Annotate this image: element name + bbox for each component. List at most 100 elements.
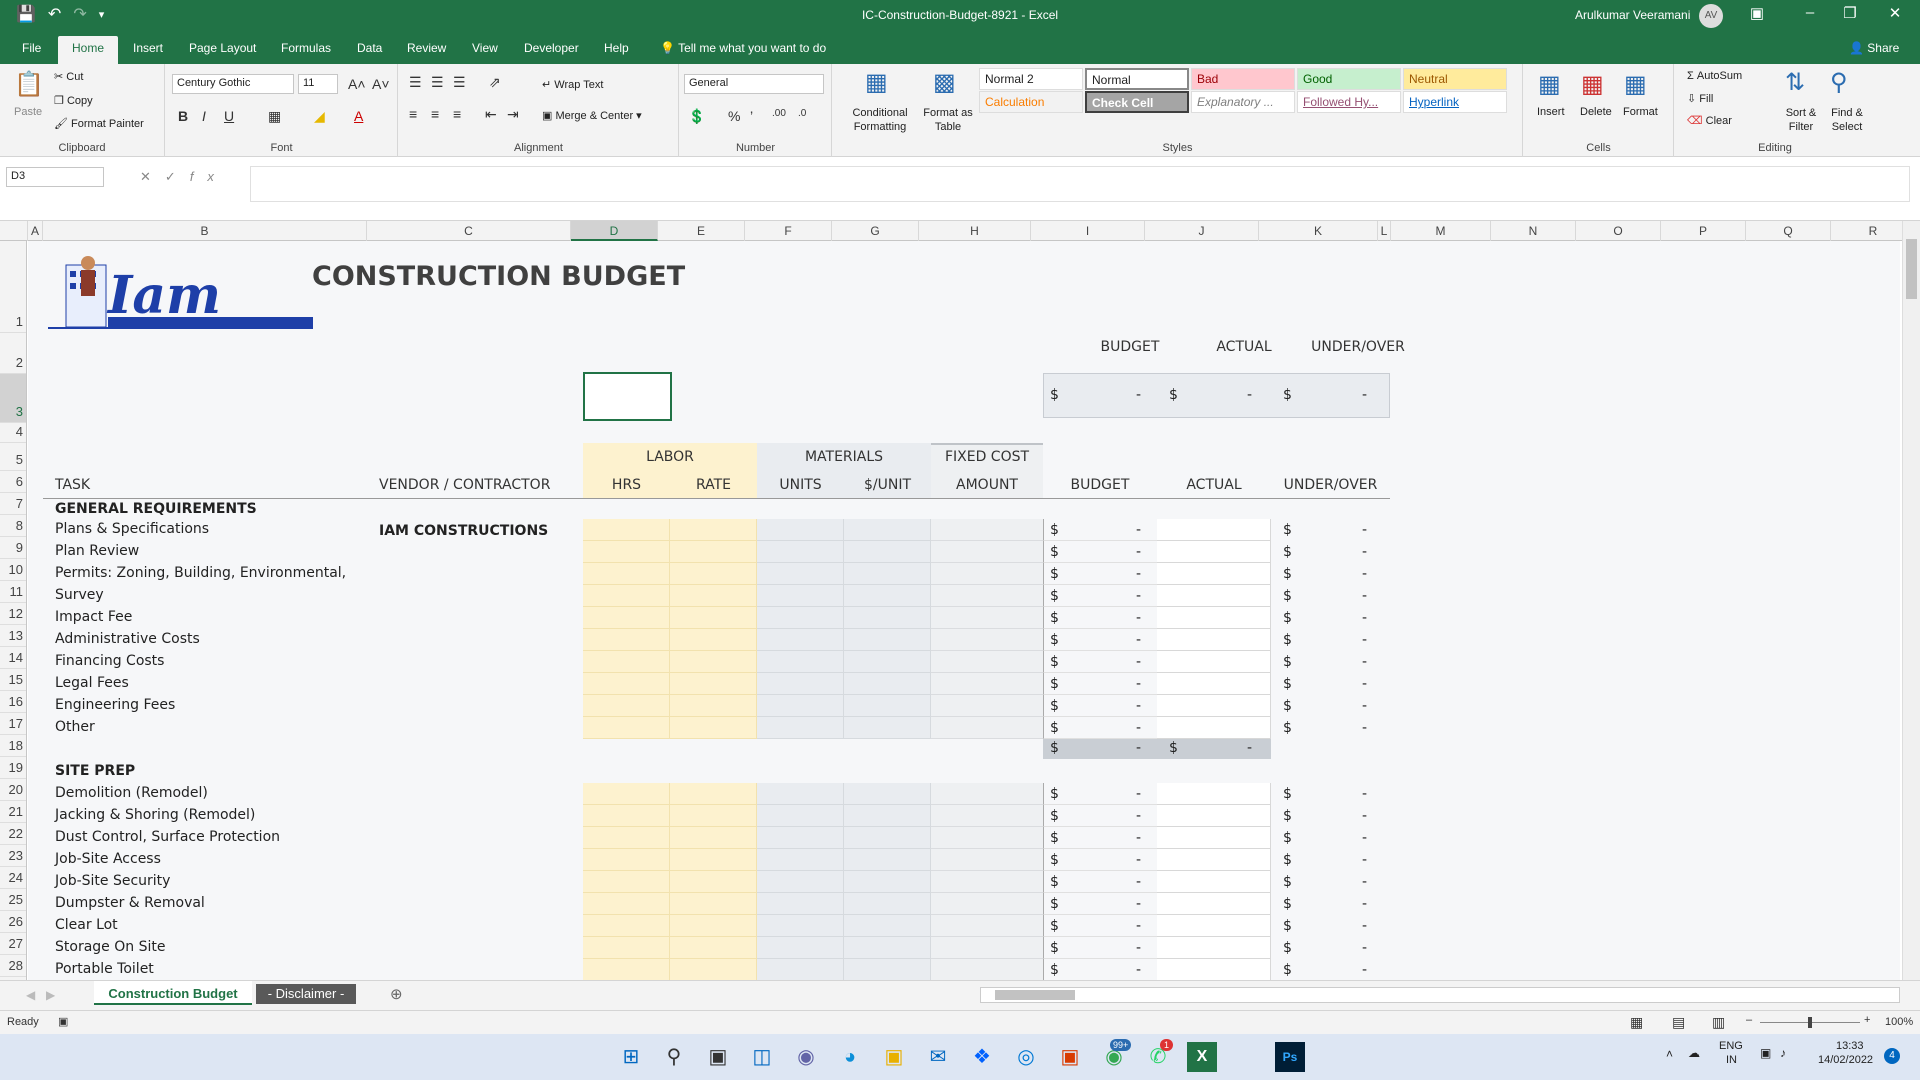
fixed-amount-cell[interactable] xyxy=(931,541,1043,563)
column-header-l[interactable]: L xyxy=(1378,221,1391,241)
row-header-14[interactable]: 14 xyxy=(0,647,26,669)
column-header-m[interactable]: M xyxy=(1391,221,1491,241)
materials-units-cell[interactable] xyxy=(757,519,844,541)
actual-cell[interactable] xyxy=(1157,695,1271,717)
row-header-20[interactable]: 20 xyxy=(0,779,26,801)
notification-badge[interactable]: 4 xyxy=(1884,1048,1900,1064)
fixed-amount-cell[interactable] xyxy=(931,651,1043,673)
italic-icon[interactable]: I xyxy=(202,108,206,124)
outlook-icon[interactable]: ◎ xyxy=(1011,1042,1041,1072)
row-header-19[interactable]: 19 xyxy=(0,757,26,779)
chat-icon[interactable]: ◉ xyxy=(791,1042,821,1072)
actual-cell[interactable] xyxy=(1157,673,1271,695)
number-format-select[interactable]: General xyxy=(684,74,824,94)
labor-hrs-cell[interactable] xyxy=(583,849,670,871)
materials-per-unit-cell[interactable] xyxy=(844,871,931,893)
column-header-q[interactable]: Q xyxy=(1746,221,1831,241)
fixed-amount-cell[interactable] xyxy=(931,805,1043,827)
materials-units-cell[interactable] xyxy=(757,915,844,937)
cut-button[interactable]: ✂ Cut xyxy=(54,70,83,83)
language-indicator[interactable]: ENG xyxy=(1719,1040,1743,1052)
search-icon[interactable]: ⚲ xyxy=(659,1042,689,1072)
labor-rate-cell[interactable] xyxy=(670,849,757,871)
format-cells-icon[interactable]: ▦ xyxy=(1624,70,1647,99)
add-sheet-icon[interactable]: ⊕ xyxy=(390,985,403,1003)
materials-per-unit-cell[interactable] xyxy=(844,717,931,739)
vertical-scroll-thumb[interactable] xyxy=(1906,239,1917,299)
style-explanatory[interactable]: Explanatory ... xyxy=(1191,91,1295,113)
column-header-j[interactable]: J xyxy=(1145,221,1259,241)
fixed-amount-cell[interactable] xyxy=(931,959,1043,980)
sheet-tab-disclaimer[interactable]: - Disclaimer - xyxy=(256,984,356,1004)
horizontal-scrollbar[interactable] xyxy=(980,987,1900,1003)
cancel-icon[interactable]: ✕ xyxy=(140,169,165,184)
column-header-p[interactable]: P xyxy=(1661,221,1746,241)
style-check-cell[interactable]: Check Cell xyxy=(1085,91,1189,113)
materials-per-unit-cell[interactable] xyxy=(844,607,931,629)
sort-filter-icon[interactable]: ⇅ xyxy=(1785,68,1805,97)
fixed-amount-cell[interactable] xyxy=(931,783,1043,805)
materials-per-unit-cell[interactable] xyxy=(844,673,931,695)
tab-page-layout[interactable]: Page Layout xyxy=(189,41,256,55)
conditional-formatting-button[interactable]: Conditional Formatting xyxy=(845,106,915,134)
tab-home[interactable]: Home xyxy=(58,36,119,64)
worksheet-grid[interactable]: Iam CONSTRUCTION BUDGET BUDGET ACTUAL UN… xyxy=(28,241,1900,980)
selected-cell-d3[interactable] xyxy=(583,372,672,421)
region-indicator[interactable]: IN xyxy=(1726,1054,1737,1066)
sort-filter-button[interactable]: Sort & Filter xyxy=(1781,106,1821,134)
delete-cells-button[interactable]: Delete xyxy=(1580,106,1612,118)
tab-review[interactable]: Review xyxy=(407,41,446,55)
materials-units-cell[interactable] xyxy=(757,695,844,717)
fill-color-icon[interactable]: ◢ xyxy=(314,108,325,125)
underline-icon[interactable]: U xyxy=(224,108,234,124)
materials-per-unit-cell[interactable] xyxy=(844,937,931,959)
actual-cell[interactable] xyxy=(1157,915,1271,937)
fixed-amount-cell[interactable] xyxy=(931,937,1043,959)
avatar[interactable]: AV xyxy=(1699,4,1723,28)
merge-center-button[interactable]: ▣ Merge & Center ▾ xyxy=(542,109,642,122)
row-header-27[interactable]: 27 xyxy=(0,933,26,955)
labor-hrs-cell[interactable] xyxy=(583,651,670,673)
materials-units-cell[interactable] xyxy=(757,541,844,563)
fixed-amount-cell[interactable] xyxy=(931,871,1043,893)
file-explorer-icon[interactable]: ▣ xyxy=(879,1042,909,1072)
normal-view-icon[interactable]: ▦ xyxy=(1630,1014,1643,1031)
actual-cell[interactable] xyxy=(1157,717,1271,739)
widgets-icon[interactable]: ◫ xyxy=(747,1042,777,1072)
column-header-d[interactable]: D xyxy=(571,221,658,241)
insert-cells-icon[interactable]: ▦ xyxy=(1538,70,1561,99)
materials-per-unit-cell[interactable] xyxy=(844,585,931,607)
labor-rate-cell[interactable] xyxy=(670,827,757,849)
paste-button[interactable]: Paste xyxy=(14,106,42,118)
row-header-22[interactable]: 22 xyxy=(0,823,26,845)
materials-per-unit-cell[interactable] xyxy=(844,563,931,585)
actual-cell[interactable] xyxy=(1157,827,1271,849)
next-sheet-icon[interactable]: ▶ xyxy=(46,988,55,1002)
page-break-view-icon[interactable]: ▥ xyxy=(1712,1014,1725,1031)
minimize-icon[interactable]: – xyxy=(1795,4,1825,21)
copy-button[interactable]: ❐ Copy xyxy=(54,94,93,107)
office-icon[interactable]: ▣ xyxy=(1055,1042,1085,1072)
actual-cell[interactable] xyxy=(1157,651,1271,673)
align-top-icon[interactable]: ☰ xyxy=(409,74,422,91)
row-header-18[interactable]: 18 xyxy=(0,735,26,757)
find-select-button[interactable]: Find & Select xyxy=(1825,106,1869,134)
row-header-2[interactable]: 2 xyxy=(0,333,26,374)
increase-indent-icon[interactable]: ⇥ xyxy=(507,106,519,123)
row-header-17[interactable]: 17 xyxy=(0,713,26,735)
labor-hrs-cell[interactable] xyxy=(583,629,670,651)
actual-cell[interactable] xyxy=(1157,893,1271,915)
labor-hrs-cell[interactable] xyxy=(583,783,670,805)
materials-per-unit-cell[interactable] xyxy=(844,827,931,849)
column-header-h[interactable]: H xyxy=(919,221,1031,241)
materials-units-cell[interactable] xyxy=(757,827,844,849)
fixed-amount-cell[interactable] xyxy=(931,827,1043,849)
align-right-icon[interactable]: ≡ xyxy=(453,106,461,122)
row-header-16[interactable]: 16 xyxy=(0,691,26,713)
row-header-3[interactable]: 3 xyxy=(0,374,26,423)
style-bad[interactable]: Bad xyxy=(1191,68,1295,90)
labor-rate-cell[interactable] xyxy=(670,629,757,651)
row-header-10[interactable]: 10 xyxy=(0,559,26,581)
row-header-13[interactable]: 13 xyxy=(0,625,26,647)
fx-icon[interactable]: fx xyxy=(190,169,228,184)
